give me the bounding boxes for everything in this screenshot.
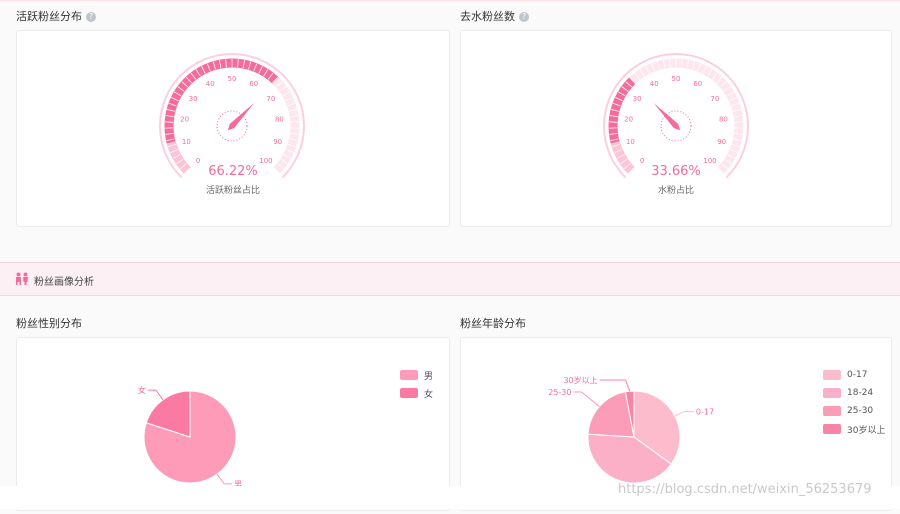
gauge-tick-label: 70 <box>266 95 275 103</box>
dewatered-fans-caption: 水粉占比 <box>461 183 891 196</box>
legend-label-18-24: 18-24 <box>847 388 873 398</box>
label-line-male <box>217 474 232 484</box>
age-title: 粉丝年龄分布 <box>460 315 526 331</box>
gauge-tick-label: 90 <box>273 138 282 146</box>
gauge-tick-label: 40 <box>650 80 659 88</box>
legend-item-0-17[interactable]: 0-17 <box>823 366 885 384</box>
question-circle-icon[interactable]: ? <box>519 12 529 22</box>
gauge-tick-label: 80 <box>275 115 284 123</box>
dewatered-fans-panel: 0102030405060708090100 33.66% 水粉占比 <box>460 30 892 227</box>
people-icon <box>15 272 29 285</box>
gauge-tick-label: 20 <box>180 115 189 123</box>
slice-label-25-30: 25-30 <box>548 388 571 397</box>
gender-panel: 男女 男 女 <box>16 337 450 511</box>
legend-swatch-30-plus <box>823 424 841 434</box>
active-fans-panel: 0102030405060708090100 66.22% 活跃粉丝占比 <box>16 30 450 227</box>
legend-label-female: 女 <box>424 387 433 400</box>
watermark: https://blog.csdn.net/weixin_56253679 <box>618 482 872 497</box>
legend-swatch-female <box>400 388 418 398</box>
portrait-section-header: 粉丝画像分析 <box>0 262 900 296</box>
gauge-tick-label: 60 <box>693 80 702 88</box>
active-fans-value: 66.22% <box>17 164 449 179</box>
gauge-tick-label: 10 <box>182 138 191 146</box>
portrait-section-title: 粉丝画像分析 <box>34 273 94 288</box>
dewatered-fans-title-text: 去水粉丝数 <box>460 10 515 23</box>
legend-item-25-30[interactable]: 25-30 <box>823 402 885 420</box>
gender-legend: 男 女 <box>400 366 433 402</box>
slice-label-30-plus: 30岁以上 <box>563 375 597 385</box>
gauge-tick-label: 40 <box>206 80 215 88</box>
gauge-pointer <box>228 103 254 130</box>
label-line-0-17 <box>675 412 694 417</box>
legend-item-18-24[interactable]: 18-24 <box>823 384 885 402</box>
gauge-tick-label: 30 <box>633 95 642 103</box>
active-fans-title-text: 活跃粉丝分布 <box>16 10 82 23</box>
legend-item-30-plus[interactable]: 30岁以上 <box>823 420 885 438</box>
gauge-tick-label: 50 <box>228 75 237 83</box>
label-line-30-plus <box>600 380 630 391</box>
gauge-tick-label: 60 <box>249 80 258 88</box>
legend-label-25-30: 25-30 <box>847 406 873 416</box>
gauge-tick-label: 70 <box>710 95 719 103</box>
gauge-tick-label: 10 <box>626 138 635 146</box>
gauge-pointer <box>654 103 680 130</box>
gender-pie-chart: 男女 <box>17 338 449 510</box>
gender-title: 粉丝性别分布 <box>16 315 82 331</box>
legend-label-0-17: 0-17 <box>847 370 867 380</box>
legend-item-female[interactable]: 女 <box>400 384 433 402</box>
legend-label-male: 男 <box>424 369 433 382</box>
question-circle-icon[interactable]: ? <box>86 12 96 22</box>
slice-label-female: 女 <box>138 385 146 395</box>
age-legend: 0-17 18-24 25-30 30岁以上 <box>823 366 885 438</box>
active-fans-title: 活跃粉丝分布? <box>16 8 96 24</box>
legend-swatch-male <box>400 370 418 380</box>
gauge-tick-label: 80 <box>719 115 728 123</box>
legend-swatch-0-17 <box>823 370 841 380</box>
label-line-female <box>148 390 163 400</box>
gauge-tick-label: 30 <box>189 95 198 103</box>
active-fans-gauge: 0102030405060708090100 <box>17 31 449 226</box>
legend-swatch-18-24 <box>823 388 841 398</box>
dewatered-fans-gauge: 0102030405060708090100 <box>461 31 891 226</box>
active-fans-caption: 活跃粉丝占比 <box>17 183 449 196</box>
gauge-tick-label: 20 <box>624 115 633 123</box>
gauge-tick-label: 50 <box>672 75 681 83</box>
legend-label-30-plus: 30岁以上 <box>847 423 885 436</box>
legend-item-male[interactable]: 男 <box>400 366 433 384</box>
slice-label-0-17: 0-17 <box>696 408 714 417</box>
gauge-tick-label: 90 <box>717 138 726 146</box>
dewatered-fans-value: 33.66% <box>461 164 891 179</box>
dewatered-fans-title: 去水粉丝数? <box>460 8 529 24</box>
label-line-25-30 <box>573 392 599 407</box>
top-divider <box>0 0 900 1</box>
legend-swatch-25-30 <box>823 406 841 416</box>
